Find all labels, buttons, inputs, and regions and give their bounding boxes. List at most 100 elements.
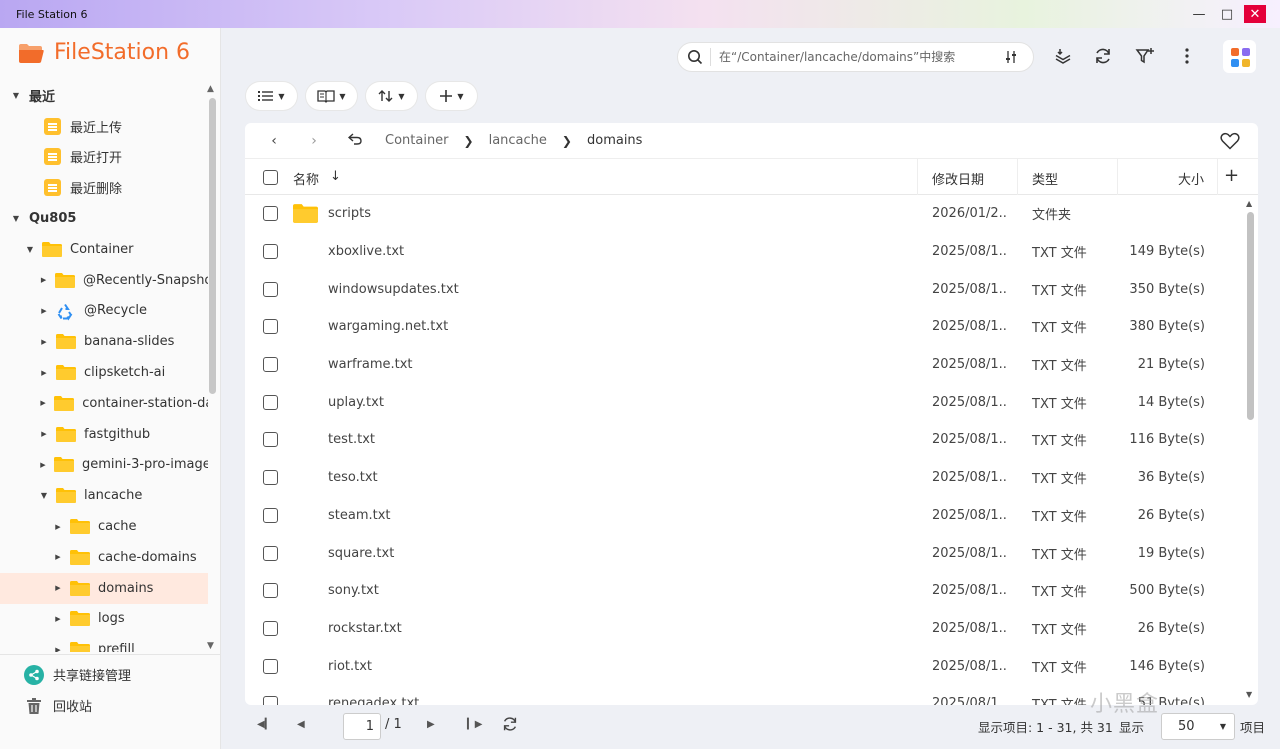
table-row[interactable]: square.txt 2025/08/1... TXT 文件 19 Byte(s)	[245, 534, 1245, 572]
table-row[interactable]: rockstar.txt 2025/08/1... TXT 文件 26 Byte(s)	[245, 610, 1245, 648]
row-checkbox[interactable]	[263, 583, 278, 599]
sidebar-item-recent[interactable]: 最近上传	[0, 111, 208, 142]
sidebar-section[interactable]: ▼ Qu805	[0, 203, 208, 234]
caret-right-icon[interactable]: ▶	[37, 430, 51, 438]
search-box[interactable]	[677, 42, 1034, 72]
search-input[interactable]	[719, 50, 999, 64]
tree-item-folder[interactable]: ▼ lancache	[0, 480, 208, 511]
caret-right-icon[interactable]: ▶	[37, 369, 51, 377]
more-vertical-icon[interactable]	[1176, 45, 1198, 67]
table-row[interactable]: riot.txt 2025/08/1... TXT 文件 146 Byte(s)	[245, 647, 1245, 685]
tree-item-folder[interactable]: ▶ domains	[0, 572, 208, 604]
sidebar-scroll-down-icon[interactable]: ▼	[207, 641, 214, 651]
tree-item-folder[interactable]: ▶ @Recycle	[0, 296, 208, 327]
table-row[interactable]: sony.txt 2025/08/1... TXT 文件 500 Byte(s)	[245, 572, 1245, 610]
row-checkbox[interactable]	[263, 319, 278, 335]
breadcrumb-current[interactable]: domains	[587, 133, 642, 148]
parent-folder-icon[interactable]	[345, 132, 365, 149]
table-row[interactable]: uplay.txt 2025/08/1... TXT 文件 14 Byte(s)	[245, 383, 1245, 421]
tree-item-folder[interactable]: ▶ logs	[0, 604, 208, 635]
tree-item-folder[interactable]: ▶ container-station-data	[0, 388, 208, 419]
caret-down-icon[interactable]: ▼	[9, 214, 23, 223]
minimize-icon[interactable]: —	[1188, 5, 1210, 23]
caret-right-icon[interactable]: ▶	[37, 307, 51, 315]
column-header-size[interactable]: 大小	[1178, 169, 1204, 188]
list-scroll-down-icon[interactable]: ▼	[1246, 690, 1252, 699]
tree-item-folder[interactable]: ▶ banana-slides	[0, 326, 208, 357]
column-header-type[interactable]: 类型	[1032, 169, 1058, 188]
row-checkbox[interactable]	[263, 432, 278, 448]
row-checkbox[interactable]	[263, 394, 278, 410]
table-row[interactable]: scripts 2026/01/2... 文件夹	[245, 195, 1245, 233]
caret-right-icon[interactable]: ▶	[37, 399, 49, 407]
maximize-icon[interactable]: □	[1216, 5, 1238, 23]
tree-item-folder[interactable]: ▶ prefill	[0, 634, 208, 652]
refresh-page-icon[interactable]	[501, 715, 519, 737]
page-number-input[interactable]: 1	[343, 713, 381, 740]
table-row[interactable]: steam.txt 2025/08/1... TXT 文件 26 Byte(s)	[245, 497, 1245, 535]
caret-right-icon[interactable]: ▶	[37, 338, 51, 346]
list-scroll-up-icon[interactable]: ▲	[1246, 199, 1252, 208]
table-row[interactable]: teso.txt 2025/08/1... TXT 文件 36 Byte(s)	[245, 459, 1245, 497]
stack-icon[interactable]	[1052, 45, 1074, 67]
breadcrumb-item[interactable]: lancache	[489, 133, 547, 148]
prev-page-icon[interactable]: ◀	[297, 719, 305, 730]
breadcrumb-item[interactable]: Container	[385, 133, 449, 148]
apps-grid-icon[interactable]	[1223, 40, 1256, 73]
caret-right-icon[interactable]: ▶	[51, 615, 65, 623]
table-row[interactable]: test.txt 2025/08/1... TXT 文件 116 Byte(s)	[245, 421, 1245, 459]
last-page-icon[interactable]: ▎▶	[467, 719, 482, 730]
filter-sliders-icon[interactable]	[1003, 49, 1019, 65]
share-link-management[interactable]: 共享链接管理	[0, 659, 221, 690]
per-page-select[interactable]: 50 ▼	[1161, 713, 1235, 740]
list-scrollbar[interactable]	[1247, 212, 1254, 420]
row-checkbox[interactable]	[263, 281, 278, 297]
sidebar-section[interactable]: ▼ 最近	[0, 80, 208, 111]
tree-item-folder[interactable]: ▶ fastgithub	[0, 419, 208, 450]
sort-button[interactable]: ▼	[366, 82, 417, 110]
refresh-icon[interactable]	[1092, 45, 1114, 67]
caret-down-icon[interactable]: ▼	[37, 491, 51, 500]
tree-item-folder[interactable]: ▶ cache	[0, 511, 208, 542]
select-all-checkbox[interactable]	[263, 170, 278, 185]
add-column-icon[interactable]: +	[1224, 165, 1239, 186]
tree-item-folder[interactable]: ▶ cache-domains	[0, 542, 208, 573]
row-checkbox[interactable]	[263, 658, 278, 674]
sidebar-scroll-up-icon[interactable]: ▲	[207, 84, 214, 94]
forward-icon[interactable]: ›	[304, 133, 324, 149]
row-checkbox[interactable]	[263, 244, 278, 260]
sidebar-scrollbar[interactable]	[209, 98, 216, 394]
create-button[interactable]: ▼	[426, 82, 477, 110]
caret-down-icon[interactable]: ▼	[9, 91, 23, 100]
table-row[interactable]: xboxlive.txt 2025/08/1... TXT 文件 149 Byte(s…	[245, 233, 1245, 271]
row-checkbox[interactable]	[263, 206, 278, 222]
caret-right-icon[interactable]: ▶	[51, 646, 65, 652]
caret-down-icon[interactable]: ▼	[23, 245, 37, 254]
table-row[interactable]: wargaming.net.txt 2025/08/1... TXT 文件 380 B…	[245, 308, 1245, 346]
tree-item-folder[interactable]: ▶ gemini-3-pro-image-pr	[0, 450, 208, 481]
column-header-date[interactable]: 修改日期	[932, 169, 984, 188]
row-checkbox[interactable]	[263, 507, 278, 523]
heart-icon[interactable]	[1220, 132, 1240, 154]
caret-right-icon[interactable]: ▶	[51, 523, 65, 531]
list-view-button[interactable]: ▼	[246, 82, 297, 110]
next-page-icon[interactable]: ▶	[427, 719, 435, 730]
close-icon[interactable]: ✕	[1244, 5, 1266, 23]
table-row[interactable]: windowsupdates.txt 2025/08/1... TXT 文件 350 …	[245, 270, 1245, 308]
row-checkbox[interactable]	[263, 470, 278, 486]
recycle-bin[interactable]: 回收站	[0, 690, 221, 721]
tree-item-folder[interactable]: ▼ Container	[0, 234, 208, 265]
sidebar-item-recent[interactable]: 最近打开	[0, 142, 208, 173]
add-filter-icon[interactable]	[1134, 45, 1156, 67]
tree-item-folder[interactable]: ▶ clipsketch-ai	[0, 357, 208, 388]
tree-item-folder[interactable]: ▶ @Recently-Snapshot	[0, 265, 208, 296]
column-header-name[interactable]: 名称	[293, 169, 319, 188]
caret-right-icon[interactable]: ▶	[51, 553, 65, 561]
book-view-button[interactable]: ▼	[306, 82, 357, 110]
row-checkbox[interactable]	[263, 696, 278, 705]
row-checkbox[interactable]	[263, 357, 278, 373]
caret-right-icon[interactable]: ▶	[37, 461, 49, 469]
row-checkbox[interactable]	[263, 545, 278, 561]
back-icon[interactable]: ‹	[264, 133, 284, 149]
table-row[interactable]: warframe.txt 2025/08/1... TXT 文件 21 Byte(s)	[245, 346, 1245, 384]
